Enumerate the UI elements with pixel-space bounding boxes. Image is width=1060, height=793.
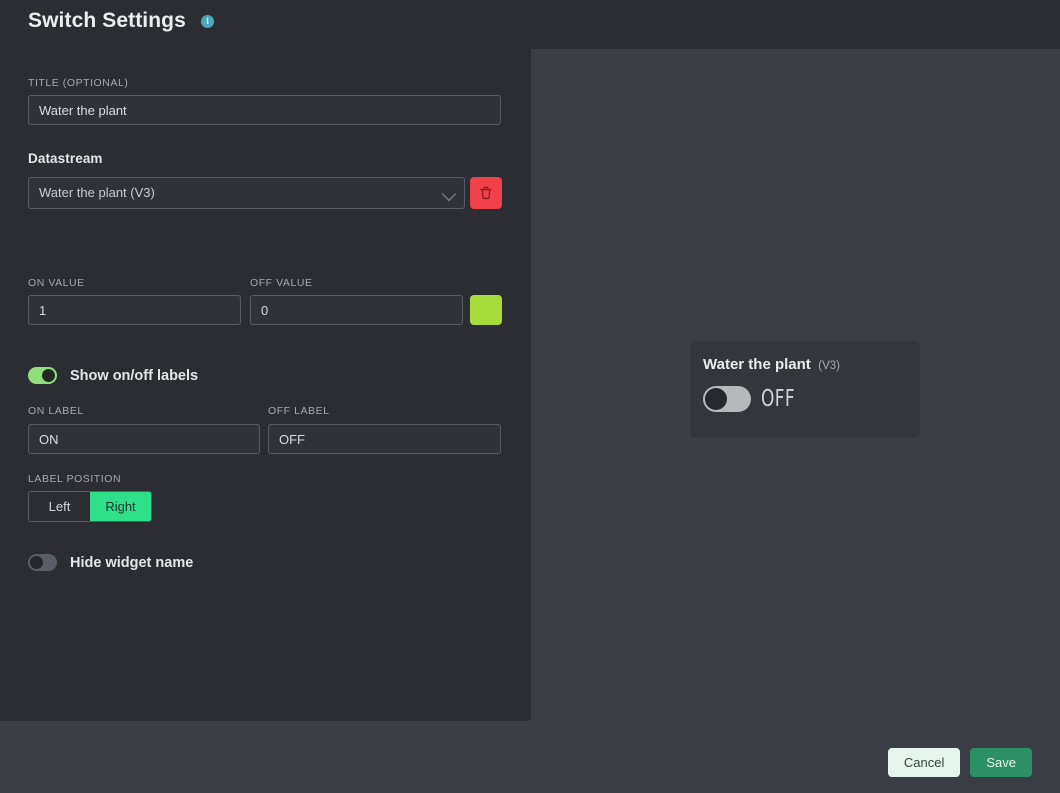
widget-pin: (V3) [818,360,840,372]
footer-actions: Cancel Save [887,748,1032,777]
off-label-input[interactable] [268,424,501,454]
preview-switch-toggle[interactable] [703,386,751,412]
chevron-down-icon [441,186,457,202]
switch-settings-panel: TITLE (OPTIONAL) Datastream Water the pl… [0,49,531,721]
color-swatch-button[interactable] [470,295,502,325]
label-position-option-right[interactable]: Right [90,492,151,521]
widget-preview-area: Water the plant (V3) OFF [531,49,1060,721]
off-value-input[interactable] [250,295,463,325]
off-label-label: OFF LABEL [268,405,330,417]
hide-widget-name-toggle[interactable] [28,554,57,571]
trash-icon [480,186,492,199]
show-onoff-labels-label: Show on/off labels [70,367,199,384]
show-onoff-labels-toggle[interactable] [28,367,57,384]
widget-name-row: Water the plant (V3) [703,356,840,374]
hide-widget-name-row: Hide widget name [28,554,193,571]
on-value-input[interactable] [28,295,241,325]
label-position-label: LABEL POSITION [28,473,122,485]
info-icon[interactable]: i [201,15,214,28]
off-value-label: OFF VALUE [250,277,313,289]
title-field-label: TITLE (OPTIONAL) [28,77,129,89]
delete-datastream-button[interactable] [470,177,502,209]
widget-preview-card: Water the plant (V3) OFF [690,341,920,438]
preview-toggle-row: OFF [703,386,803,412]
datastream-heading: Datastream [28,151,103,166]
header-bar: Switch Settings i [0,0,1060,49]
label-position-option-left[interactable]: Left [29,492,90,521]
label-position-group: Left Right [28,491,152,522]
toggle-knob [30,556,43,569]
on-label-input[interactable] [28,424,260,454]
hide-widget-name-label: Hide widget name [70,554,194,571]
save-button[interactable]: Save [970,748,1032,777]
preview-state-text: OFF [761,386,796,412]
cancel-button[interactable]: Cancel [887,748,961,777]
title-input[interactable] [28,95,501,125]
on-label-label: ON LABEL [28,405,84,417]
preview-switch-knob [705,388,727,410]
widget-name: Water the plant [703,356,811,373]
toggle-knob [42,369,55,382]
datastream-selected-value: Water the plant (V3) [39,185,155,200]
on-value-label: ON VALUE [28,277,85,289]
show-onoff-labels-row: Show on/off labels [28,367,198,384]
page-title: Switch Settings [28,9,186,32]
datastream-select[interactable]: Water the plant (V3) [28,177,465,209]
